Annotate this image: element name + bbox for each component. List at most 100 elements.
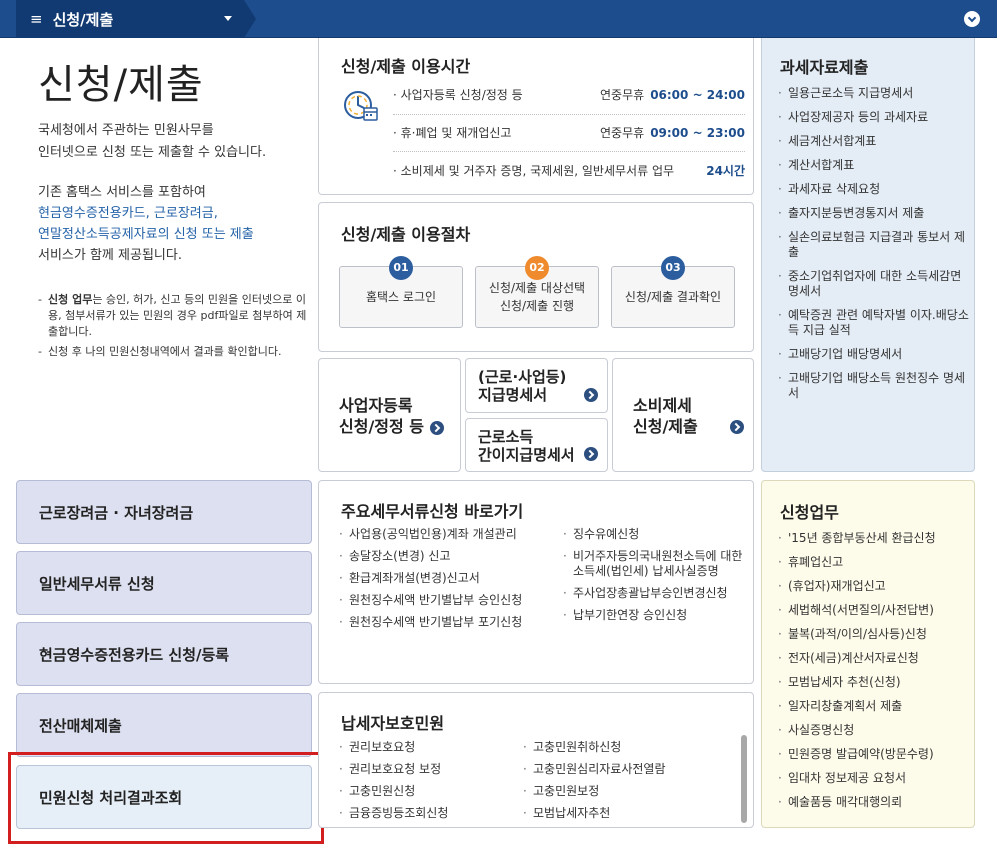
apply-link[interactable]: 일자리창출계획서 제출 [778,699,970,714]
apply-link[interactable]: 불복(과적/이의/심사등)신청 [778,627,970,642]
protection-link[interactable]: 금융증빙등조회신청 [339,806,519,821]
step-label: 신청/제출 결과확인 [625,288,721,306]
protection-link[interactable]: 권리보호요청 보정 [339,762,519,777]
step-select-submit[interactable]: 02 신청/제출 대상선택 신청/제출 진행 [475,256,599,328]
protection-title: 납세자보호민원 [341,714,445,733]
cash-receipt-card-button[interactable]: 현금영수증전용카드 신청/등록 [16,622,312,686]
shortcut-link[interactable]: 원천징수세액 반기별납부 승인신청 [339,593,549,608]
button-label-line: 간이지급명세서 [478,446,575,464]
chevron-down-icon[interactable] [964,11,980,27]
shortcut-link[interactable]: 원천징수세액 반기별납부 포기신청 [339,615,549,630]
clock-calendar-icon [344,91,378,121]
protection-link[interactable]: 고충민원보정 [523,784,723,799]
time-row-hours: 연중무휴 09:00 ~ 23:00 [600,124,745,141]
apply-link[interactable]: 세법해석(서면질의/사전답변) [778,603,970,618]
earned-income-credit-button[interactable]: 근로장려금 · 자녀장려금 [16,480,312,544]
time-row-label: · 휴·폐업 및 재개업신고 [393,126,512,140]
scrollbar[interactable] [741,735,747,823]
step-number: 03 [661,256,685,280]
protection-link[interactable]: 고충민원신청 [339,784,519,799]
protection-list-right: 고충민원취하신청 고충민원심리자료사전열람 고충민원보정 모범납세자추천 [523,740,723,828]
shortcut-link[interactable]: 납부기한연장 승인신청 [563,608,749,623]
tax-data-link[interactable]: 일용근로소득 지급명세서 [778,86,970,101]
tax-data-title: 과세자료제출 [780,58,869,77]
apply-link[interactable]: (휴업자)재개업신고 [778,579,970,594]
time-days: 연중무휴 [600,88,645,102]
tax-data-link[interactable]: 사업장제공자 등의 과세자료 [778,110,970,125]
tax-data-panel: 과세자료제출 일용근로소득 지급명세서 사업장제공자 등의 과세자료 세금계산서… [761,38,975,472]
intro-section: 신청/제출 국세청에서 주관하는 민원사무를 인터넷으로 신청 또는 제출할 수… [16,38,316,478]
shortcuts-card: 주요세무서류신청 바로가기 사업용(공익법인용)계좌 개설관리 송달장소(변경)… [318,480,754,684]
tax-data-link[interactable]: 세금계산서합계표 [778,134,970,149]
intro-notes: 신청 업무는 승인, 허가, 신고 등의 민원을 인터넷으로 이용, 첨부서류가… [38,292,314,364]
intro-line: 기존 홈택스 서비스를 포함하여 [38,185,206,200]
consumption-tax-button[interactable]: 소비제세 신청/제출 [612,358,754,472]
page-title: 신청/제출 [38,62,204,108]
protection-link[interactable]: 모범납세자추천 [523,806,723,821]
arrow-right-icon [730,420,744,434]
intro-services: 기존 홈택스 서비스를 포함하여 현금영수증전용카드, 근로장려금, 연말정산소… [38,182,318,266]
step-label: 홈택스 로그인 [366,288,436,306]
tax-data-link[interactable]: 과세자료 삭제요청 [778,182,970,197]
apply-link[interactable]: 임대차 정보제공 요청서 [778,771,970,786]
apply-link[interactable]: 사실증명신청 [778,723,970,738]
protection-link[interactable]: 권리보호요청 [339,740,519,755]
arrow-right-icon [584,388,598,402]
button-label-line: 근로소득 [478,428,534,446]
procedure-card: 신청/제출 이용절차 01 홈택스 로그인 02 신청/제출 대상선택 신청/제출… [318,202,754,352]
general-tax-documents-button[interactable]: 일반세무서류 신청 [16,551,312,615]
shortcut-link[interactable]: 징수유예신청 [563,527,749,542]
apply-tasks-panel: 신청업무 '15년 종합부동산세 환급신청 휴폐업신고 (휴업자)재개업신고 세… [761,480,975,828]
menu-dropdown[interactable]: ≡ 신청/제출 [16,0,256,38]
shortcut-link[interactable]: 사업용(공익법인용)계좌 개설관리 [339,527,549,542]
tax-data-link[interactable]: 중소기업취업자에 대한 소득세감면명세서 [778,269,970,299]
protection-link[interactable]: 고충민원취하신청 [523,740,723,755]
note-item: 신청 후 나의 민원신청내역에서 결과를 확인합니다. [38,344,314,360]
tax-data-link[interactable]: 계산서합계표 [778,158,970,173]
step-label: 신청/제출 대상선택 신청/제출 진행 [489,279,585,315]
button-label-line: 신청/정정 등 [339,417,425,436]
shortcut-link[interactable]: 주사업장총괄납부승인변경신청 [563,586,749,601]
tax-data-link[interactable]: 고배당기업 배당소득 원천징수 명세서 [778,371,970,401]
business-registration-button[interactable]: 사업자등록 신청/정정 등 [318,358,461,472]
apply-link[interactable]: 휴폐업신고 [778,555,970,570]
tax-data-link[interactable]: 예탁증권 관련 예탁자별 이자.배당소득 지급 실적 [778,308,970,338]
protection-link[interactable]: 고충민원심리자료사전열람 [523,762,723,777]
step-number: 02 [525,256,549,280]
highlight-outline [8,752,324,844]
usage-time-card: 신청/제출 이용시간 · 사업자등록 신청/정정 등 연중무휴 06:00 ~ 2… [318,38,754,195]
note-bold: 신청 업무 [48,293,93,306]
button-label-line: 신청/제출 [633,417,698,436]
tax-data-link[interactable]: 고배당기업 배당명세서 [778,347,970,362]
apply-link[interactable]: 모범납세자 추천(신청) [778,675,970,690]
withholding-statement-button[interactable]: (근로·사업등) 지급명세서 [465,358,608,413]
apply-link[interactable]: '15년 종합부동산세 환급신청 [778,531,970,546]
usage-time-title: 신청/제출 이용시간 [341,57,471,76]
apply-link[interactable]: 민원증명 발급예약(방문수령) [778,747,970,762]
tax-data-link[interactable]: 출자지분등변경통지서 제출 [778,206,970,221]
simple-statement-button[interactable]: 근로소득 간이지급명세서 [465,418,608,472]
apply-link[interactable]: 예술품등 매각대행의뢰 [778,795,970,810]
button-label-line: 소비제세 [633,396,692,415]
tax-data-link[interactable]: 실손의료보험금 지급결과 통보서 제출 [778,230,970,260]
apply-list: '15년 종합부동산세 환급신청 휴폐업신고 (휴업자)재개업신고 세법해석(서… [778,531,970,819]
apply-title: 신청업무 [780,503,839,522]
shortcut-link[interactable]: 송달장소(변경) 신고 [339,549,549,564]
menu-title: 신청/제출 [52,10,114,29]
button-label: 소비제세 신청/제출 [633,395,698,437]
step-line: 신청/제출 결과확인 [624,290,722,304]
shortcut-link[interactable]: 비거주자등의국내원천소득에 대한 소득세(법인세) 납세사실증명 [563,549,749,579]
electronic-media-submit-button[interactable]: 전산매체제출 [16,693,312,757]
step-check-result[interactable]: 03 신청/제출 결과확인 [611,256,735,328]
step-line: 홈택스 로그인 [365,290,437,304]
apply-link[interactable]: 전자(세금)계산서자료신청 [778,651,970,666]
protection-list-left: 권리보호요청 권리보호요청 보정 고충민원신청 금융증빙등조회신청 [339,740,519,828]
arrow-right-icon [584,447,598,461]
hamburger-icon: ≡ [30,10,43,28]
time-hours: 24시간 [706,164,745,178]
shortcut-link[interactable]: 환급계좌개설(변경)신고서 [339,571,549,586]
time-hours: 06:00 ~ 24:00 [650,88,745,102]
button-label-line: (근로·사업등) [478,368,567,386]
button-label: 사업자등록 신청/정정 등 [339,395,444,437]
step-login[interactable]: 01 홈택스 로그인 [339,256,463,328]
